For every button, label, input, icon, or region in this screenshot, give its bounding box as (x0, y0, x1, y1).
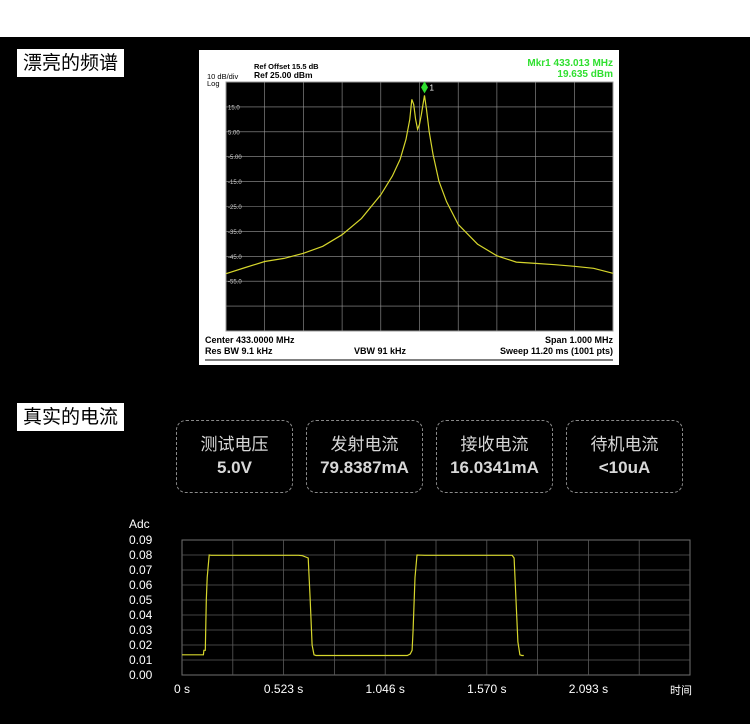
metric-value: <10uA (598, 458, 651, 477)
spectrum-ytick-label: 5.00 (228, 130, 240, 136)
scale-type: Log (207, 79, 220, 88)
span-label: Span 1.000 MHz (545, 335, 614, 345)
metric-value: 16.0341mA (450, 458, 539, 477)
metric-label: 测试电压 (200, 435, 269, 455)
current-ytick-label: 0.08 (129, 548, 153, 562)
metric-card-receive-current: 接收电流 16.0341mA (436, 420, 553, 493)
top-banner (0, 0, 750, 37)
current-section-title: 真实的电流 (17, 403, 125, 431)
metric-label: 接收电流 (460, 435, 529, 455)
spectrum-ytick-label: -5.00 (228, 155, 242, 161)
spectrum-ytick-label: 15.0 (228, 105, 240, 111)
current-ytick-label: 0.06 (129, 578, 153, 592)
current-ytick-label: 0.05 (129, 593, 153, 607)
current-x-axis-label: 时间 (670, 684, 692, 697)
current-xtick-label: 1.046 s (366, 682, 405, 696)
current-chart: 0.090.080.070.060.050.040.030.020.010.00… (129, 517, 692, 697)
sweep-label: Sweep 11.20 ms (1001 pts) (500, 346, 613, 356)
current-xtick-label: 2.093 s (569, 682, 608, 696)
marker-amplitude-readout: 19.635 dBm (557, 69, 613, 80)
metric-label: 发射电流 (330, 435, 399, 455)
spectrum-ytick-label: -15.0 (228, 180, 242, 186)
res-bw-label: Res BW 9.1 kHz (205, 346, 273, 356)
metric-card-transmit-current: 发射电流 79.8387mA (306, 420, 423, 493)
metric-card-test-voltage: 测试电压 5.0V (176, 420, 293, 493)
spectrum-ytick-label: -45.0 (228, 255, 242, 261)
current-xtick-labels: 0 s 0.523 s 1.046 s 1.570 s 2.093 s (174, 682, 608, 696)
metric-value: 5.0V (217, 458, 252, 477)
current-xtick-label: 0 s (174, 682, 190, 696)
current-ytick-label: 0.00 (129, 668, 153, 682)
current-ytick-labels: 0.090.080.070.060.050.040.030.020.010.00 (129, 533, 153, 682)
metric-label: 待机电流 (590, 435, 659, 455)
metric-card-standby-current: 待机电流 <10uA (566, 420, 683, 493)
current-grid (181, 539, 691, 676)
spectrum-section-title: 漂亮的频谱 (17, 49, 125, 77)
current-xtick-label: 0.523 s (264, 682, 303, 696)
current-ytick-label: 0.01 (129, 653, 153, 667)
current-ytick-label: 0.03 (129, 623, 153, 637)
current-ytick-label: 0.04 (129, 608, 153, 622)
ref-level-text: Ref 25.00 dBm (254, 70, 313, 80)
spectrum-ytick-label: -35.0 (228, 230, 242, 236)
current-y-axis-label: Adc (129, 517, 150, 531)
current-ytick-label: 0.07 (129, 563, 153, 577)
current-ytick-label: 0.09 (129, 533, 153, 547)
center-frequency-label: Center 433.0000 MHz (205, 335, 295, 345)
current-xtick-label: 1.570 s (467, 682, 506, 696)
spectrum-ytick-label: -25.0 (228, 205, 242, 211)
spectrum-chart: 15.0 5.00 -5.00 -15.0 -25.0 -35.0 -45.0 -55.0 1… (199, 50, 619, 365)
marker-number-label: 1 (430, 83, 435, 92)
vbw-label: VBW 91 kHz (354, 346, 407, 356)
current-ytick-label: 0.02 (129, 638, 153, 652)
marker-frequency-readout: Mkr1 433.013 MHz (527, 58, 613, 69)
spectrum-ytick-label: -55.0 (228, 280, 242, 286)
metric-value: 79.8387mA (320, 458, 409, 477)
